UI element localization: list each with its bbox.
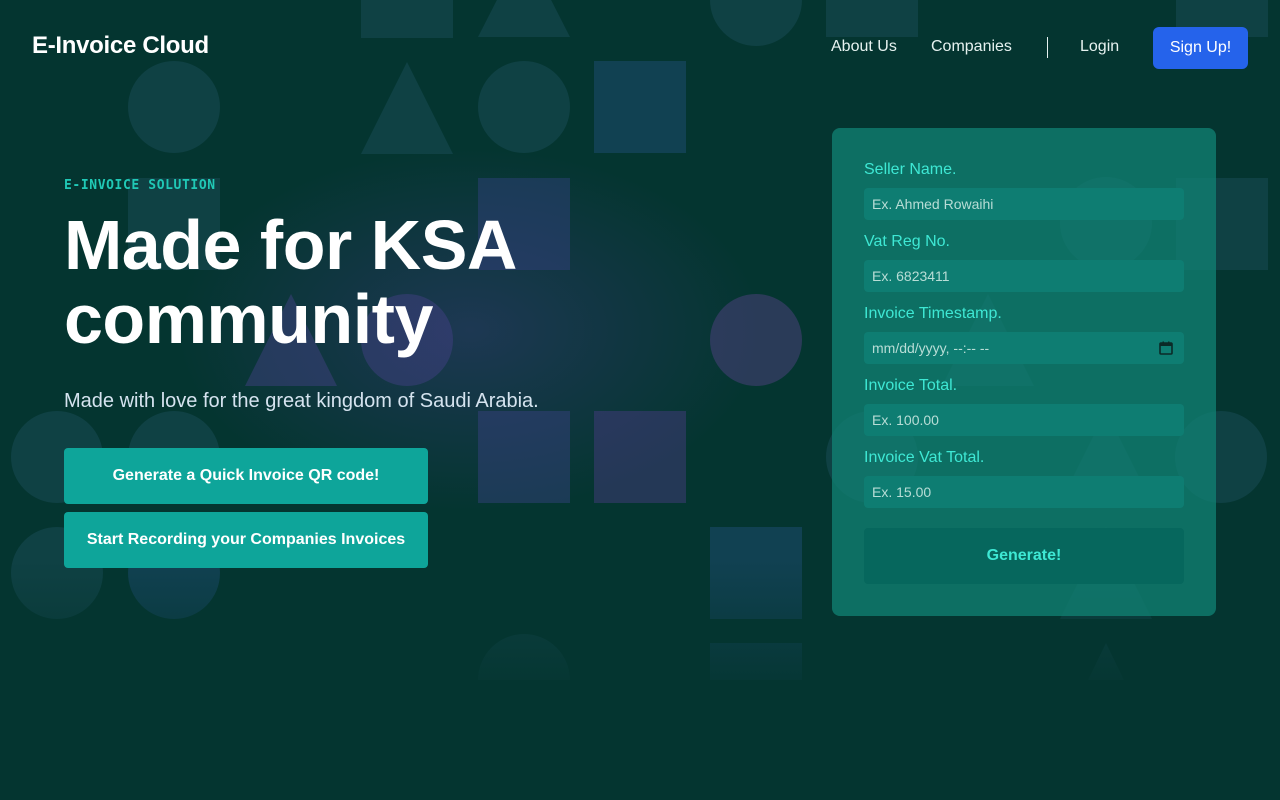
page-content: E-Invoice Cloud About Us Companies Login… [0, 0, 1280, 800]
nav-login-link[interactable]: Login [1080, 38, 1119, 56]
invoice-vat-total-label: Invoice Vat Total. [864, 449, 985, 466]
vat-reg-label: Vat Reg No. [864, 233, 950, 250]
generate-button[interactable]: Generate! [864, 528, 1184, 584]
calendar-icon[interactable] [1159, 341, 1173, 355]
hero-subtitle: Made with love for the great kingdom of … [64, 390, 539, 412]
generate-qr-button[interactable]: Generate a Quick Invoice QR code! [64, 448, 428, 504]
seller-name-input[interactable] [864, 188, 1184, 220]
hero-title-line-1: Made for KSA [64, 206, 517, 284]
hero-title: Made for KSA community [64, 208, 704, 356]
signup-button[interactable]: Sign Up! [1153, 27, 1248, 69]
hero-eyebrow: E-INVOICE SOLUTION [64, 178, 216, 193]
nav-divider [1047, 37, 1048, 58]
nav-about-link[interactable]: About Us [831, 38, 897, 56]
invoice-total-label: Invoice Total. [864, 377, 958, 394]
invoice-form: Seller Name. Vat Reg No. Invoice Timesta… [832, 128, 1216, 616]
vat-reg-input[interactable] [864, 260, 1184, 292]
invoice-total-input[interactable] [864, 404, 1184, 436]
landing-page: E-Invoice Cloud About Us Companies Login… [0, 0, 1280, 800]
seller-name-label: Seller Name. [864, 161, 957, 178]
invoice-timestamp-input[interactable]: mm/dd/yyyy, --:-- -- [864, 332, 1184, 364]
invoice-timestamp-label: Invoice Timestamp. [864, 305, 1002, 322]
hero-title-line-2: community [64, 280, 433, 358]
timestamp-placeholder: mm/dd/yyyy, --:-- -- [872, 340, 990, 356]
invoice-vat-total-input[interactable] [864, 476, 1184, 508]
brand-logo[interactable]: E-Invoice Cloud [32, 32, 209, 60]
nav-companies-link[interactable]: Companies [931, 38, 1012, 56]
start-recording-button[interactable]: Start Recording your Companies Invoices [64, 512, 428, 568]
